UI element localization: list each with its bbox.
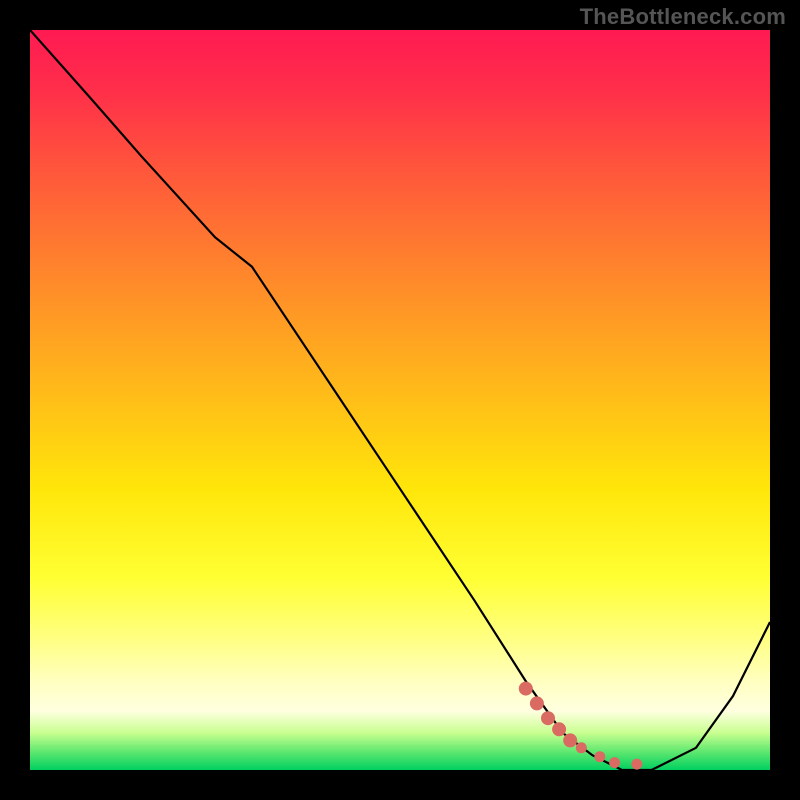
highlight-dot	[552, 722, 566, 736]
watermark-text: TheBottleneck.com	[580, 4, 786, 30]
highlight-dot	[609, 757, 620, 768]
highlight-dot	[631, 759, 642, 770]
plot-area	[30, 30, 770, 770]
chart-frame: TheBottleneck.com	[0, 0, 800, 800]
highlight-dot	[594, 751, 605, 762]
highlight-dot	[576, 742, 587, 753]
highlight-dot	[519, 682, 533, 696]
highlight-dot	[563, 733, 577, 747]
bottleneck-curve	[30, 30, 770, 770]
highlight-dot	[530, 696, 544, 710]
highlight-dot	[541, 711, 555, 725]
highlight-dots	[519, 682, 643, 770]
curve-layer	[30, 30, 770, 770]
